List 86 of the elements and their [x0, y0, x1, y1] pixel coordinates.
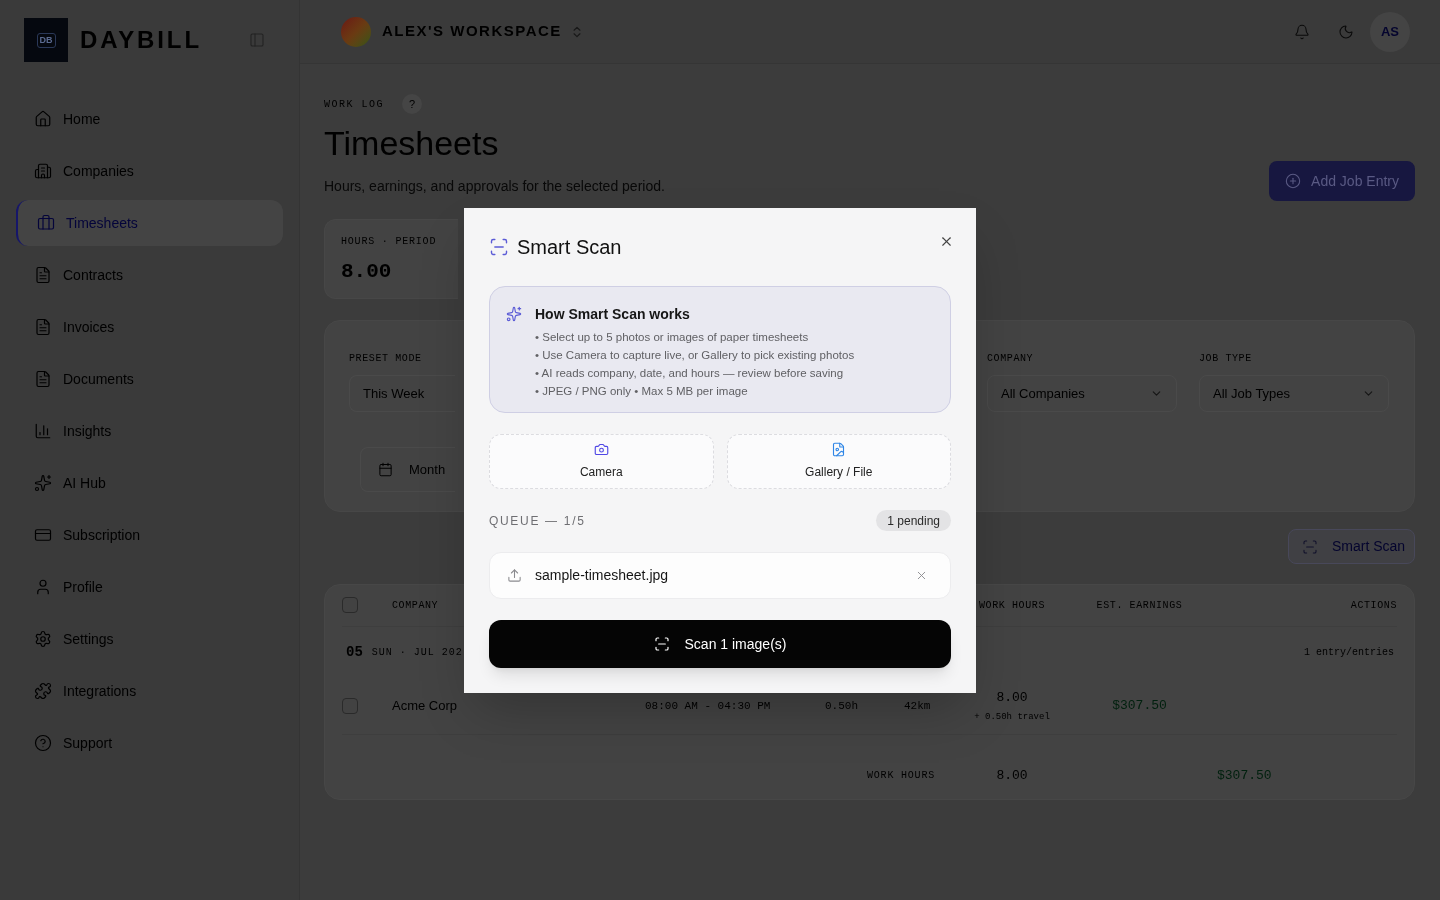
credit-card-icon — [34, 526, 52, 544]
preset-select[interactable]: This Week — [349, 375, 455, 412]
workspace-name[interactable]: ALEX'S WORKSPACE — [382, 20, 562, 43]
filter-label: JOB TYPE — [1199, 352, 1252, 366]
home-icon — [34, 110, 52, 128]
info-bullet: • AI reads company, date, and hours — review before saving — [535, 366, 844, 381]
upload-icon — [507, 568, 522, 583]
nav-item[interactable]: Contracts — [16, 252, 283, 298]
document-icon — [34, 370, 52, 388]
checkbox[interactable] — [342, 698, 358, 715]
totals-label: WORK HOURS — [867, 769, 935, 784]
filter-label: COMPANY — [987, 352, 1034, 366]
earnings-cell-text: $307.50 — [1112, 697, 1167, 716]
stat-value: 8.00 — [341, 259, 393, 285]
nav-item[interactable]: Home — [16, 96, 283, 142]
totals-earnings: $307.50 — [1217, 767, 1272, 785]
nav-item[interactable]: Integrations — [16, 668, 283, 714]
info-title: How Smart Scan works — [535, 305, 690, 324]
nav-item[interactable]: Settings — [16, 616, 283, 662]
brand-name: DAYBILL — [80, 25, 202, 55]
column-header: EST. EARNINGS — [1096, 598, 1183, 613]
filter-select[interactable]: All Job Types — [1199, 375, 1389, 412]
scan-icon — [1302, 538, 1318, 555]
nav-item[interactable]: Companies — [16, 148, 283, 194]
totals-hours: 8.00 — [996, 767, 1028, 785]
nav-item[interactable]: Documents — [16, 356, 283, 402]
calendar-icon — [378, 462, 393, 477]
camera-icon — [593, 442, 609, 457]
user-icon — [34, 578, 52, 596]
day-date: SUN · JUL 202 — [371, 646, 463, 661]
nav-item[interactable]: Support — [16, 720, 283, 766]
plus-circle-icon — [1285, 173, 1302, 189]
page-title: Timesheets — [324, 123, 500, 163]
user-avatar[interactable]: AS — [1370, 11, 1410, 52]
image-file-icon — [831, 442, 847, 457]
nav-item[interactable]: AI Hub — [16, 460, 283, 506]
nav-item[interactable]: Timesheets — [16, 200, 283, 246]
bell-icon[interactable] — [1294, 23, 1310, 40]
scan-images-button[interactable]: Scan 1 image(s) — [489, 620, 951, 668]
nav-item[interactable]: Subscription — [16, 512, 283, 558]
info-bullet: • Use Camera to capture live, or Gallery to pick existing photos — [535, 348, 855, 363]
filter-label: PRESET MODE — [349, 352, 422, 366]
page-eyebrow: WORK LOG — [324, 97, 384, 112]
column-header: WORK HOURS — [979, 598, 1045, 613]
column-header: COMPANY — [392, 598, 439, 613]
workspace-logo-icon — [341, 16, 371, 47]
settings-icon — [34, 630, 52, 648]
filter-select[interactable]: All Companies — [987, 375, 1177, 412]
sparkles-icon — [34, 474, 52, 492]
dialog-title: Smart Scan — [517, 235, 622, 260]
smart-scan-button[interactable]: Smart Scan — [1288, 529, 1415, 564]
month-button[interactable]: Month — [360, 447, 455, 492]
puzzle-icon — [34, 682, 52, 700]
company-cell-text: Acme Corp — [392, 697, 458, 716]
travel-note: + 0.50h travel — [974, 711, 1050, 725]
info-bullet: • JPEG / PNG only • Max 5 MB per image — [535, 384, 748, 399]
day-number: 05 — [346, 643, 363, 663]
help-button[interactable]: ? — [402, 94, 422, 114]
bar-chart-icon — [34, 422, 52, 440]
building-icon — [34, 162, 52, 180]
stat-label: HOURS · PERIOD — [341, 235, 438, 249]
sparkles-icon — [506, 306, 522, 322]
pending-badge: 1 pending — [876, 510, 951, 531]
table-cell-text: 42km — [904, 698, 931, 714]
scan-icon — [653, 636, 670, 652]
column-header: ACTIONS — [1350, 598, 1397, 613]
checkbox[interactable] — [342, 597, 358, 614]
document-icon — [34, 318, 52, 336]
briefcase-icon — [37, 214, 55, 232]
nav-item[interactable]: Invoices — [16, 304, 283, 350]
help-icon — [34, 734, 52, 752]
moon-icon[interactable] — [1338, 23, 1354, 40]
document-icon — [34, 266, 52, 284]
scan-icon — [489, 237, 509, 257]
nav-item[interactable]: Insights — [16, 408, 283, 454]
add-job-entry-button[interactable]: Add Job Entry — [1269, 161, 1415, 201]
source-button[interactable]: Gallery / File — [726, 434, 951, 489]
entry-count: 1 entry/entries — [1304, 646, 1394, 661]
hours-cell-text: 8.00 — [996, 688, 1028, 707]
time-cell-text: 08:00 AM - 04:30 PM — [645, 698, 771, 714]
source-button[interactable]: Camera — [489, 434, 714, 489]
file-name: sample-timesheet.jpg — [535, 566, 669, 585]
nav-item[interactable]: Profile — [16, 564, 283, 610]
info-bullet: • Select up to 5 photos or images of paper timesheets — [535, 330, 809, 345]
queue-label: QUEUE — 1/5 — [489, 512, 586, 530]
logo-mark: DB — [36, 32, 56, 48]
